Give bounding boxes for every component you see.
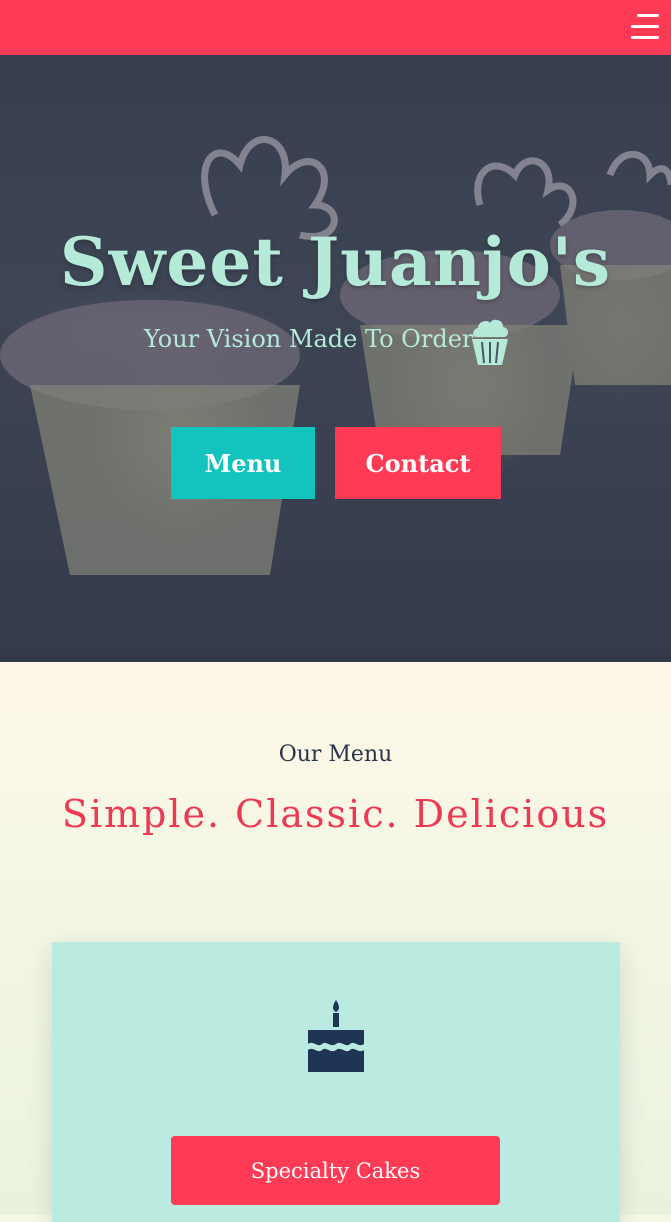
hero-subtitle: Your Vision Made To Order bbox=[144, 325, 474, 353]
cupcake-icon bbox=[472, 319, 508, 365]
specialty-cakes-button[interactable]: Specialty Cakes bbox=[171, 1136, 500, 1205]
hero-title: Sweet Juanjo's bbox=[59, 223, 612, 301]
section-heading: Simple. Classic. Delicious bbox=[61, 792, 610, 836]
hamburger-menu-icon[interactable] bbox=[631, 14, 659, 40]
top-navbar bbox=[0, 0, 671, 55]
contact-button[interactable]: Contact bbox=[335, 427, 501, 499]
birthday-cake-icon bbox=[308, 1000, 364, 1072]
section-kicker: Our Menu bbox=[278, 742, 393, 767]
hero-section: Sweet Juanjo's Your Vision Made To Order… bbox=[0, 55, 671, 662]
menu-button[interactable]: Menu bbox=[171, 427, 315, 499]
hero-overlay bbox=[0, 55, 671, 662]
menu-card: Specialty Cakes bbox=[52, 942, 620, 1222]
menu-section: Our Menu Simple. Classic. Delicious Spec… bbox=[0, 662, 671, 1222]
